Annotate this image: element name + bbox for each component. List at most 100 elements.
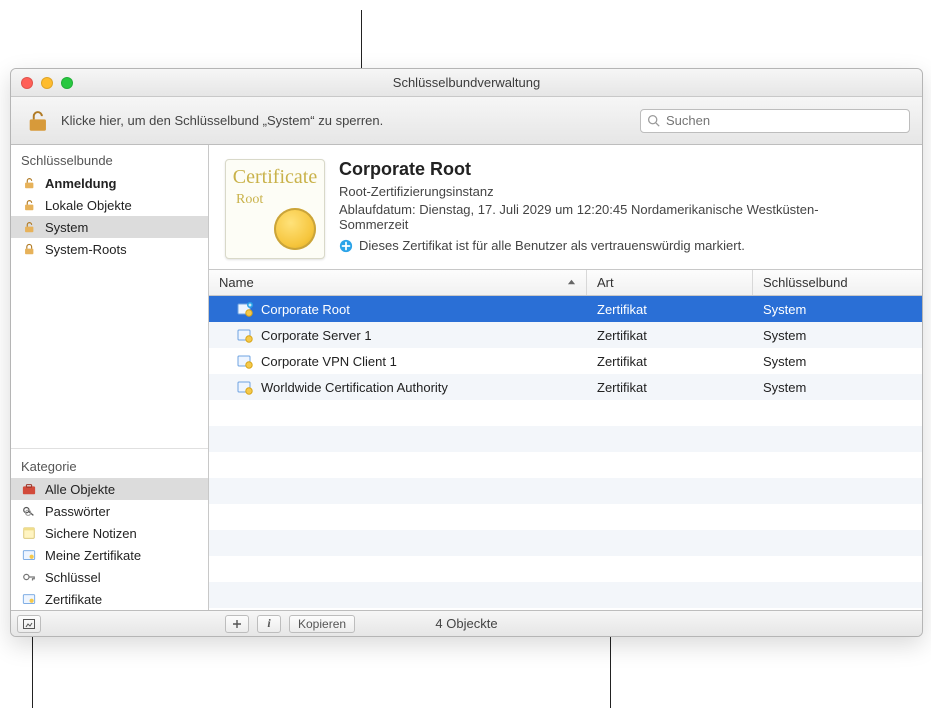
app-window: Schlüsselbundverwaltung Klicke hier, um …: [10, 68, 923, 637]
cell-name: Worldwide Certification Authority: [261, 380, 448, 395]
row-cert-icon: [237, 379, 253, 395]
cell-kind: Zertifikat: [597, 354, 647, 369]
keychain-item[interactable]: System: [11, 216, 208, 238]
row-cert-icon: [237, 327, 253, 343]
keychain-list: Anmeldung Lokale Objekte System System-Root…: [11, 172, 208, 260]
titlebar: Schlüsselbundverwaltung: [11, 69, 922, 97]
trust-plus-icon: [339, 239, 353, 253]
col-keychain-label: Schlüsselbund: [763, 275, 848, 290]
category-label: Sichere Notizen: [45, 526, 137, 541]
cell-keychain: System: [763, 302, 806, 317]
callout-line: [32, 636, 33, 708]
info-icon: i: [267, 616, 270, 631]
locked-lock-icon: [21, 241, 37, 257]
toolbox-icon: [21, 481, 37, 497]
col-name[interactable]: Name: [209, 270, 587, 295]
cell-kind: Zertifikat: [597, 302, 647, 317]
row-cert-trusted-icon: [237, 301, 253, 317]
certificate-thumbnail: Certificate Root: [225, 159, 325, 259]
category-item[interactable]: Schlüssel: [11, 566, 208, 588]
cell-name: Corporate Root: [261, 302, 350, 317]
copy-button-label: Kopieren: [298, 617, 346, 631]
keychain-item[interactable]: System-Roots: [11, 238, 208, 260]
unlocked-lock-icon: [21, 175, 37, 191]
thumb-script: Certificate: [226, 166, 324, 189]
copy-button[interactable]: Kopieren: [289, 615, 355, 633]
cell-name: Corporate Server 1: [261, 328, 372, 343]
sidebar-keychains-header: Schlüsselbunde: [11, 149, 208, 172]
unlocked-padlock-icon: [24, 108, 50, 134]
cell-keychain: System: [763, 328, 806, 343]
sidebar-categories-header: Kategorie: [11, 455, 208, 478]
cert-title: Corporate Root: [339, 159, 859, 180]
sidebar: Schlüsselbunde Anmeldung Lokale Objekte Sy…: [11, 145, 209, 610]
search-field[interactable]: [640, 109, 910, 133]
key-icon: [21, 569, 37, 585]
col-kind[interactable]: Art: [587, 270, 753, 295]
toggle-preview-button[interactable]: [17, 615, 41, 633]
table-row[interactable]: Corporate Root Zertifikat System: [209, 296, 922, 322]
seal-icon: [274, 208, 316, 250]
category-item[interactable]: Alle Objekte: [11, 478, 208, 500]
minimize-window-button[interactable]: [41, 77, 53, 89]
thumb-root: Root: [236, 192, 263, 208]
category-label: Passwörter: [45, 504, 110, 519]
lock-hint-text: Klicke hier, um den Schlüsselbund „Syste…: [61, 113, 383, 128]
cell-kind: Zertifikat: [597, 328, 647, 343]
keys-icon: [21, 503, 37, 519]
cell-kind: Zertifikat: [597, 380, 647, 395]
callout-line: [361, 10, 362, 68]
preview-pane-icon: [23, 619, 35, 629]
category-label: Alle Objekte: [45, 482, 115, 497]
keychain-label: Anmeldung: [45, 176, 117, 191]
col-name-label: Name: [219, 275, 254, 290]
table-row[interactable]: Corporate VPN Client 1 Zertifikat System: [209, 348, 922, 374]
table-row[interactable]: Corporate Server 1 Zertifikat System: [209, 322, 922, 348]
certificate-detail: Certificate Root Corporate Root Root-Zer…: [209, 145, 922, 270]
keychain-label: System: [45, 220, 88, 235]
category-label: Zertifikate: [45, 592, 102, 607]
cell-name: Corporate VPN Client 1: [261, 354, 397, 369]
cell-keychain: System: [763, 380, 806, 395]
main-panel: Certificate Root Corporate Root Root-Zer…: [209, 145, 922, 610]
cert-trust-text: Dieses Zertifikat ist für alle Benutzer …: [359, 238, 745, 253]
toolbar: Klicke hier, um den Schlüsselbund „Syste…: [11, 97, 922, 145]
category-item[interactable]: Meine Zertifikate: [11, 544, 208, 566]
category-label: Schlüssel: [45, 570, 101, 585]
category-item[interactable]: Sichere Notizen: [11, 522, 208, 544]
certificate-icon: [21, 591, 37, 607]
cert-expiry: Ablaufdatum: Dienstag, 17. Juli 2029 um …: [339, 202, 859, 232]
add-item-button[interactable]: [225, 615, 249, 633]
keychain-label: System-Roots: [45, 242, 127, 257]
category-item[interactable]: Zertifikate: [11, 588, 208, 610]
cert-subtitle: Root-Zertifizierungsinstanz: [339, 184, 859, 199]
zoom-window-button[interactable]: [61, 77, 73, 89]
unlocked-lock-icon: [21, 219, 37, 235]
info-item-button[interactable]: i: [257, 615, 281, 633]
unlocked-lock-icon: [21, 197, 37, 213]
table-row[interactable]: Worldwide Certification Authority Zertifi…: [209, 374, 922, 400]
cell-keychain: System: [763, 354, 806, 369]
sort-asc-icon: [567, 278, 576, 287]
category-label: Meine Zertifikate: [45, 548, 141, 563]
keychain-item[interactable]: Lokale Objekte: [11, 194, 208, 216]
my-cert-icon: [21, 547, 37, 563]
bottom-toolbar: i Kopieren 4 Objeckte: [11, 610, 922, 636]
content-area: Schlüsselbunde Anmeldung Lokale Objekte Sy…: [11, 145, 922, 610]
note-icon: [21, 525, 37, 541]
plus-icon: [232, 619, 242, 629]
search-icon: [647, 114, 660, 127]
col-keychain[interactable]: Schlüsselbund: [753, 270, 922, 295]
close-window-button[interactable]: [21, 77, 33, 89]
window-controls: [21, 77, 73, 89]
row-cert-icon: [237, 353, 253, 369]
col-kind-label: Art: [597, 275, 614, 290]
keychain-label: Lokale Objekte: [45, 198, 132, 213]
table-header: Name Art Schlüsselbund: [209, 270, 922, 296]
table-body[interactable]: Corporate RootZertifikatSystemCorporate …: [209, 296, 922, 610]
lock-keychain-button[interactable]: [23, 107, 51, 135]
keychain-item[interactable]: Anmeldung: [11, 172, 208, 194]
search-input[interactable]: [666, 113, 903, 128]
window-title: Schlüsselbundverwaltung: [11, 75, 922, 90]
category-item[interactable]: Passwörter: [11, 500, 208, 522]
